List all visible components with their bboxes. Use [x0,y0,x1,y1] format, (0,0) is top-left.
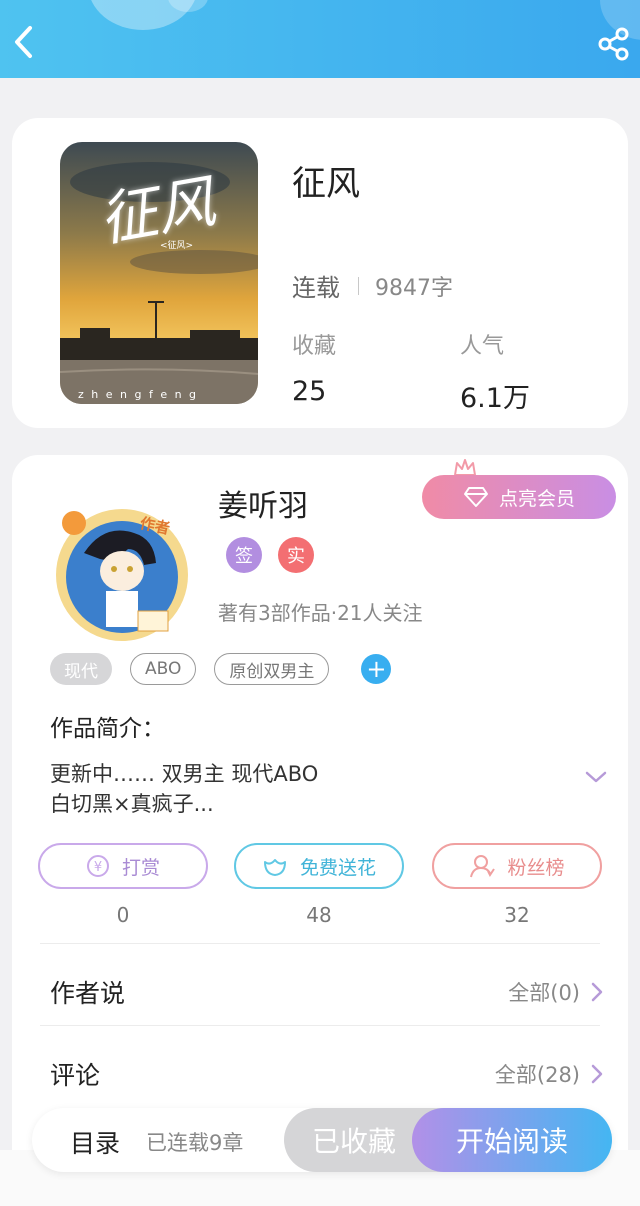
intro-text: 更新中…… 双男主 现代ABO 白切黑×真疯子... [50,759,318,819]
word-count: 9847字 [375,275,453,301]
back-button[interactable] [8,22,42,62]
author-notes-title: 作者说 [50,979,126,1008]
divider [40,1025,600,1026]
author-card: 作者 姜听羽 点亮会员 签 实 著有3部作品·21人关注 现代 ABO 原创双男… [12,455,628,1206]
fan-ranking-button[interactable]: 粉丝榜 [432,843,602,889]
flower-count: 48 [306,903,332,927]
top-navigation-bar [0,0,640,78]
user-icon [470,855,496,878]
author-meta: 著有3部作品·21人关注 [218,601,423,625]
fan-count: 32 [504,903,530,927]
fan-ranking-label: 粉丝榜 [507,856,565,879]
flower-icon [263,859,286,876]
favorites-stat: 收藏 25 [292,328,336,407]
chevron-right-icon [591,982,603,1002]
vip-label: 点亮会员 [498,487,575,510]
author-avatar[interactable]: 作者 [44,493,200,649]
author-notes-more[interactable]: 全部(0) [508,977,604,1007]
divider [40,943,600,944]
start-reading-button[interactable]: 开始阅读 [412,1108,612,1172]
tip-button[interactable]: ¥ 打赏 [38,843,208,889]
book-cover[interactable]: 征风 <征风> z h e n g f e n g [60,142,258,404]
cover-footer: z h e n g f e n g [78,388,199,401]
author-name[interactable]: 姜听羽 [218,481,308,525]
chevron-left-icon [15,26,32,58]
book-title: 征风 [292,164,360,204]
chevron-down-icon[interactable] [584,769,608,785]
popularity-label: 人气 [460,334,505,359]
book-status-row: 连载 9847字 [292,268,453,303]
tag-item[interactable]: 原创双男主 [214,653,330,685]
divider [358,276,359,295]
author-notes-row[interactable]: 作者说 全部(0) [50,967,604,1017]
add-tag-button[interactable]: + [361,654,392,684]
plus-icon: + [366,655,387,683]
intro-title: 作品简介： [50,716,165,742]
comments-row[interactable]: 评论 全部(28) [50,1049,604,1099]
signed-badge: 签 [226,537,262,573]
cover-subtitle: <征风> [160,241,194,251]
tag-list: 现代 ABO 原创双男主 + [50,653,392,685]
svg-text:¥: ¥ [94,860,102,875]
intro-line: 白切黑×真疯子... [50,792,214,816]
tag-item[interactable]: 现代 [50,653,112,685]
send-flower-button[interactable]: 免费送花 [234,843,404,889]
share-icon [598,27,629,61]
comments-count: 全部(28) [494,1063,580,1087]
intro-line: 更新中…… 双男主 现代ABO [50,762,319,786]
tip-count: 0 [116,903,130,927]
coin-icon: ¥ [86,855,109,877]
diamond-icon [463,487,488,507]
popularity-stat: 人气 6.1万 [460,328,530,415]
chevron-right-icon [591,1064,603,1084]
favorites-value: 25 [292,376,327,407]
activate-vip-button[interactable]: 点亮会员 [422,475,616,519]
chapter-count: 已连载9章 [146,1131,244,1155]
tip-label: 打赏 [121,856,160,879]
favorites-label: 收藏 [292,334,337,359]
verified-badge: 实 [278,537,314,573]
book-info-card: 征风 <征风> z h e n g f e n g 征风 连载 9847字 收藏… [12,118,628,428]
send-flower-label: 免费送花 [299,856,376,879]
table-of-contents-button[interactable]: 目录 [70,1124,120,1160]
comments-more[interactable]: 全部(28) [495,1059,604,1089]
comments-title: 评论 [50,1061,101,1090]
share-button[interactable] [596,26,632,62]
serial-status: 连载 [292,274,340,302]
tag-item[interactable]: ABO [130,653,197,685]
popularity-value: 6.1万 [460,383,530,414]
bottom-action-bar: 目录 已连载9章 已收藏 开始阅读 [32,1108,612,1172]
author-notes-count: 全部(0) [508,981,580,1005]
author-badges: 签 实 [226,537,330,573]
